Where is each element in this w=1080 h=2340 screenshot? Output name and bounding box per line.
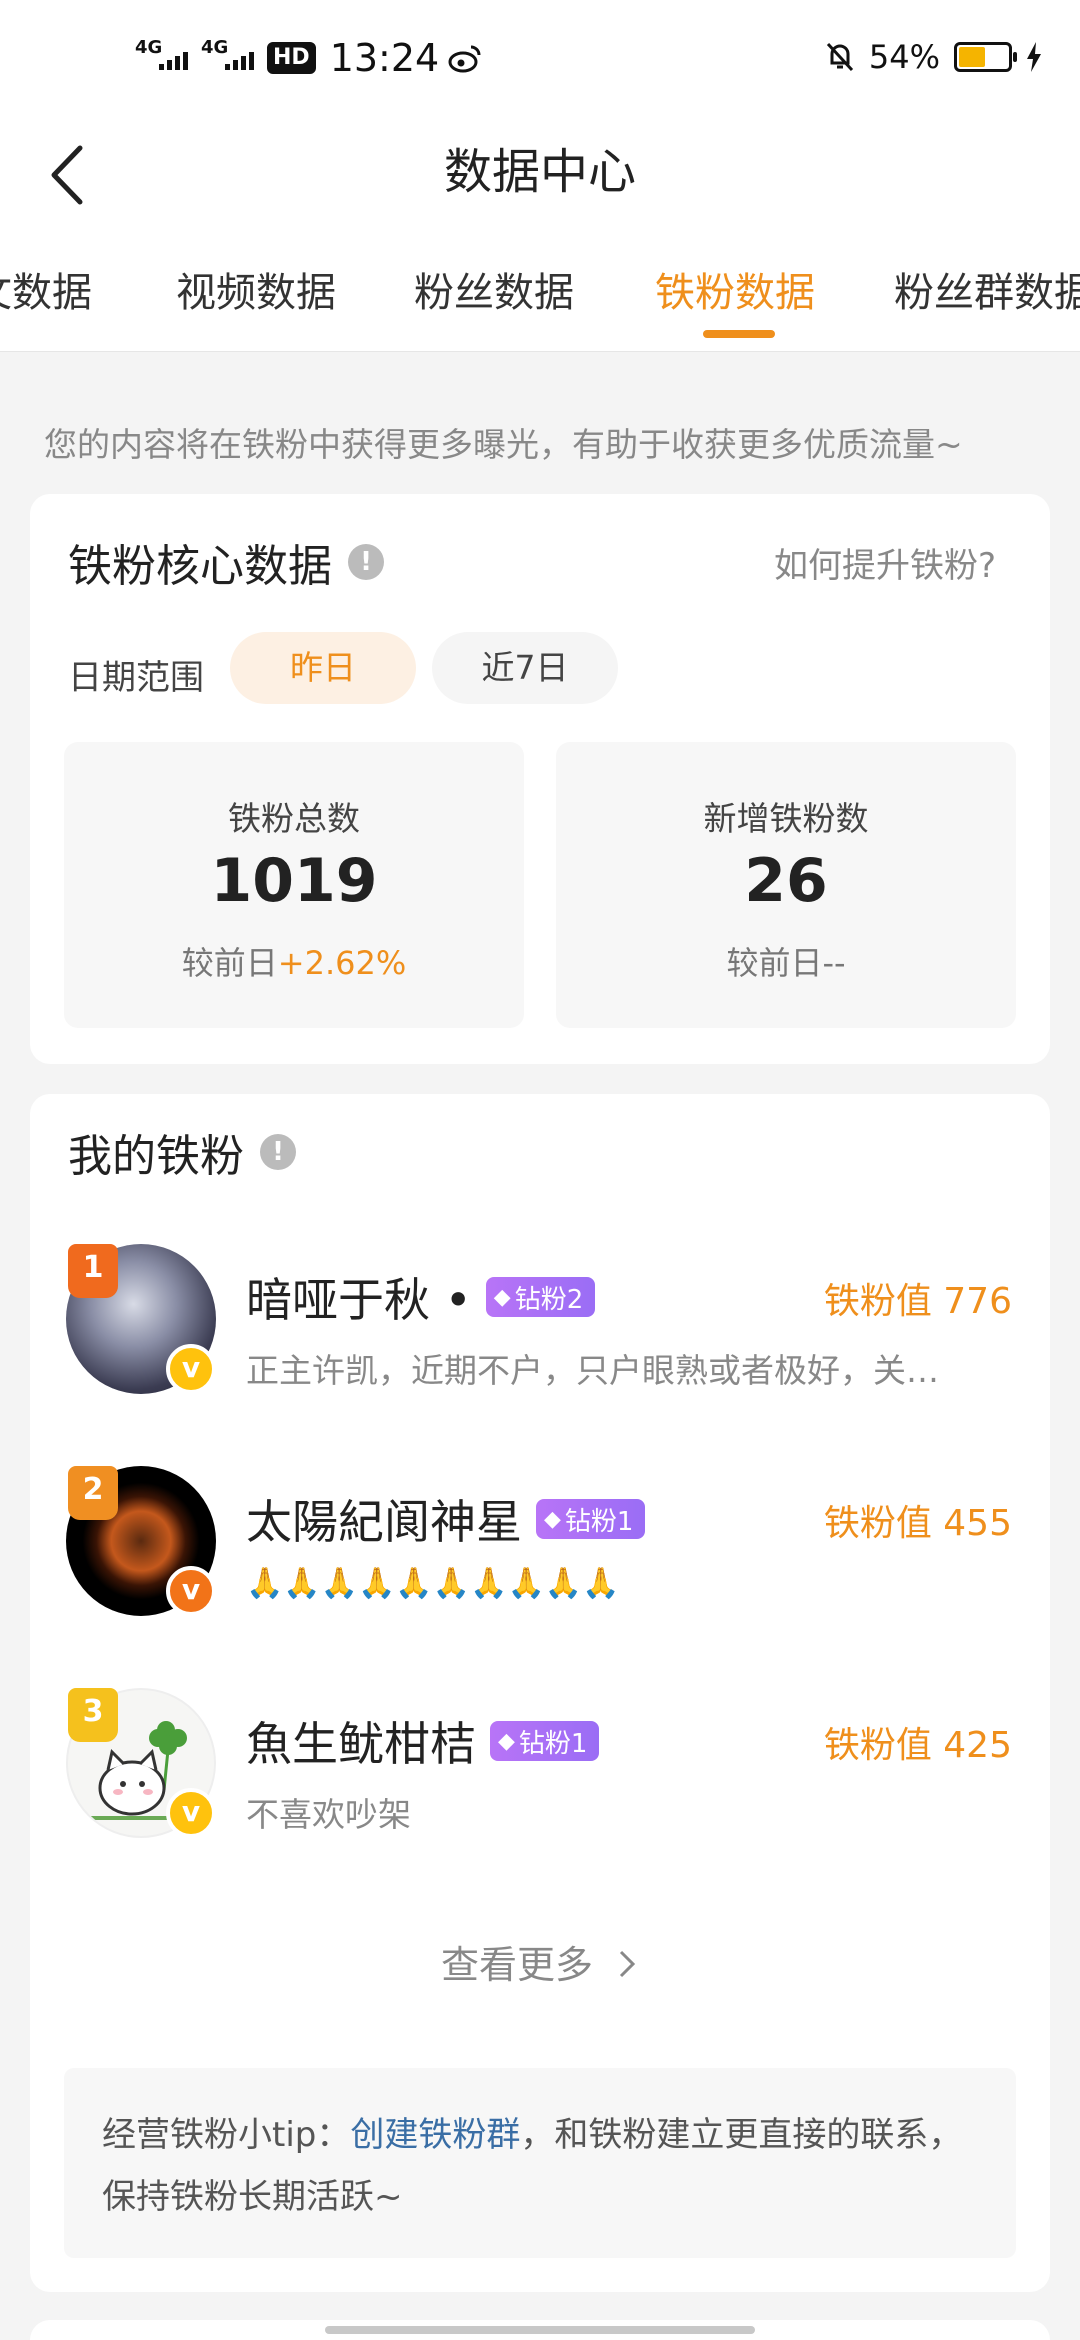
fan-list-item[interactable]: 2 v 太陽紀阆神星 ◆ 钻粉1 铁粉值 455 🙏🙏🙏🙏🙏🙏🙏🙏🙏🙏 bbox=[30, 1466, 1050, 1626]
diamond-fan-badge: ◆ 钻粉1 bbox=[490, 1721, 600, 1761]
stat-total-iron-fans: 铁粉总数 1019 较前日+2.62% bbox=[64, 742, 524, 1028]
status-right: 54% bbox=[825, 38, 1042, 76]
fan-description: 正主许凯，近期不户，只户眼熟或者极好，关… bbox=[246, 1351, 939, 1390]
create-fan-group-link[interactable]: 创建铁粉群 bbox=[350, 2115, 520, 2155]
signal-icon: 4G bbox=[135, 38, 193, 78]
battery-icon bbox=[954, 42, 1017, 72]
clock: 13:24 bbox=[329, 36, 440, 80]
stat-value: 1019 bbox=[210, 846, 378, 916]
home-indicator[interactable] bbox=[325, 2326, 755, 2334]
core-data-title: 铁粉核心数据 ! bbox=[68, 530, 384, 594]
chevron-right-icon bbox=[619, 1950, 636, 1978]
date-option-last-7-days[interactable]: 近7日 bbox=[432, 632, 618, 704]
signal-icon-2: 4G bbox=[201, 38, 259, 78]
avatar[interactable]: 2 v bbox=[66, 1466, 216, 1616]
fan-name: 暗哑于秋 • ◆ 钻粉2 bbox=[246, 1264, 596, 1330]
tab-bar: 文数据 视频数据 粉丝数据 铁粉数据 粉丝群数据 bbox=[0, 230, 1080, 352]
stat-compare: 较前日+2.62% bbox=[181, 944, 407, 982]
my-iron-fans-card: 我的铁粉 ! 1 v 暗哑于秋 • ◆ 钻粉2 铁粉值 776 正主许凯，近期不户… bbox=[30, 1094, 1050, 2292]
weibo-icon bbox=[448, 45, 481, 73]
fan-list-item[interactable]: 1 v 暗哑于秋 • ◆ 钻粉2 铁粉值 776 正主许凯，近期不户，只户眼熟或者… bbox=[30, 1244, 1050, 1404]
tab-fan-group-data[interactable]: 粉丝群数据 bbox=[894, 260, 1080, 318]
diamond-icon: ◆ bbox=[544, 1506, 561, 1532]
rank-badge: 1 bbox=[68, 1244, 118, 1298]
info-icon[interactable]: ! bbox=[348, 544, 384, 580]
diamond-fan-badge: ◆ 钻粉1 bbox=[536, 1499, 646, 1539]
nav-header: 数据中心 bbox=[0, 120, 1080, 230]
rank-badge: 3 bbox=[68, 1688, 118, 1742]
core-data-card: 铁粉核心数据 ! 如何提升铁粉? 日期范围 昨日 近7日 铁粉总数 1019 较… bbox=[30, 494, 1050, 1064]
tab-fans-data[interactable]: 粉丝数据 bbox=[414, 260, 574, 318]
fan-list-item[interactable]: 3 v 魚生鱿柑桔 ◆ 钻粉1 铁粉值 425 不喜欢吵架 bbox=[30, 1688, 1050, 1848]
intro-text: 您的内容将在铁粉中获得更多曝光，有助于收获更多优质流量~ bbox=[44, 425, 963, 464]
hd-icon: HD bbox=[267, 42, 316, 74]
fan-name: 太陽紀阆神星 ◆ 钻粉1 bbox=[246, 1486, 646, 1552]
status-left: 4G 4G HD 13:24 bbox=[135, 36, 483, 80]
how-to-improve-link[interactable]: 如何提升铁粉? bbox=[774, 538, 996, 587]
stat-compare: 较前日-- bbox=[726, 944, 846, 982]
page-title: 数据中心 bbox=[443, 144, 636, 200]
tab-video-data[interactable]: 视频数据 bbox=[176, 260, 336, 318]
fan-description: 🙏🙏🙏🙏🙏🙏🙏🙏🙏🙏 bbox=[246, 1566, 620, 1601]
my-iron-fans-title: 我的铁粉 ! bbox=[68, 1120, 296, 1184]
verified-icon: v bbox=[166, 1788, 216, 1838]
tip-box: 经营铁粉小tip：创建铁粉群，和铁粉建立更直接的联系，保持铁粉长期活跃~ bbox=[64, 2068, 1016, 2258]
diamond-fan-badge: ◆ 钻粉2 bbox=[485, 1277, 596, 1317]
battery-percent: 54% bbox=[868, 38, 940, 76]
fan-description: 不喜欢吵架 bbox=[246, 1795, 411, 1834]
charging-icon bbox=[1027, 42, 1041, 72]
active-tab-indicator bbox=[703, 330, 775, 338]
diamond-icon: ◆ bbox=[498, 1728, 515, 1754]
verified-icon: v bbox=[166, 1566, 216, 1616]
status-bar: 4G 4G HD 13:24 54% bbox=[0, 0, 1080, 120]
avatar[interactable]: 1 v bbox=[66, 1244, 216, 1394]
date-option-yesterday[interactable]: 昨日 bbox=[230, 632, 416, 704]
stat-new-iron-fans: 新增铁粉数 26 较前日-- bbox=[556, 742, 1016, 1028]
stat-value: 26 bbox=[744, 846, 828, 916]
verified-icon: v bbox=[166, 1344, 216, 1394]
date-range-label: 日期范围 bbox=[68, 658, 204, 698]
tab-iron-fans-data[interactable]: 铁粉数据 bbox=[655, 260, 815, 318]
mute-bell-icon bbox=[826, 42, 853, 72]
tab-text-data[interactable]: 文数据 bbox=[0, 260, 92, 318]
info-icon[interactable]: ! bbox=[260, 1134, 296, 1170]
view-more-button[interactable]: 查看更多 bbox=[30, 1934, 1050, 1989]
avatar[interactable]: 3 v bbox=[66, 1688, 216, 1838]
iron-fan-value: 铁粉值 776 bbox=[823, 1281, 1012, 1322]
fan-name: 魚生鱿柑桔 ◆ 钻粉1 bbox=[246, 1708, 600, 1774]
iron-fan-value: 铁粉值 455 bbox=[823, 1503, 1012, 1544]
rank-badge: 2 bbox=[68, 1466, 118, 1520]
diamond-icon: ◆ bbox=[493, 1284, 511, 1310]
iron-fan-value: 铁粉值 425 bbox=[823, 1725, 1012, 1766]
